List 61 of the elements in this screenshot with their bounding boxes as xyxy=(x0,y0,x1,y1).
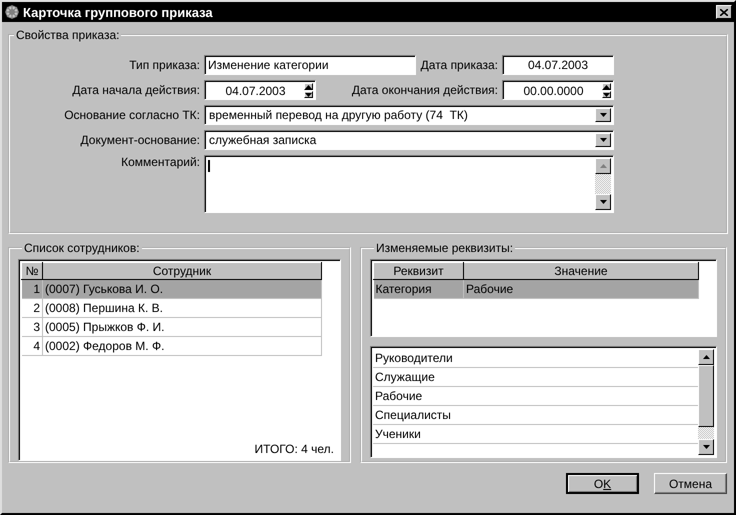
attribute-row[interactable]: Категория Рабочие xyxy=(374,280,698,298)
table-cell: (0002) Федоров М. Ф. xyxy=(42,336,322,356)
spin-down-icon xyxy=(603,92,610,96)
list-item[interactable]: Ученики xyxy=(373,425,698,444)
order-date-field[interactable]: 04.07.2003 xyxy=(502,55,614,75)
scrollbar[interactable] xyxy=(595,158,611,210)
field-label: Документ-основание: xyxy=(80,133,200,147)
list-item[interactable]: Рабочие xyxy=(373,387,698,406)
order-type-field[interactable]: Изменение категории xyxy=(204,55,416,75)
dropdown-arrow-icon xyxy=(600,138,606,142)
list-item[interactable]: Руководители xyxy=(373,349,698,368)
table-cell: 2 xyxy=(22,298,42,318)
start-date-field[interactable]: 04.07.2003 xyxy=(204,80,316,100)
ok-button[interactable]: OK xyxy=(566,473,639,494)
field-label: Тип приказа: xyxy=(128,58,200,72)
close-button[interactable] xyxy=(716,5,732,19)
total-count: ИТОГО: 4 чел. xyxy=(254,442,334,456)
list-item[interactable]: Служащие xyxy=(373,368,698,387)
field-label: Комментарий: xyxy=(120,155,200,169)
table-cell: Рабочие xyxy=(464,280,698,298)
column-header[interactable]: Реквизит xyxy=(374,262,464,280)
column-header[interactable]: № xyxy=(22,262,42,280)
end-date-field[interactable]: 00.00.0000 xyxy=(502,80,614,100)
cancel-button[interactable]: Отмена xyxy=(654,473,727,494)
table-cell: 4 xyxy=(22,336,42,356)
window-title: Карточка группового приказа xyxy=(23,4,214,20)
scroll-down-icon xyxy=(702,445,710,449)
employee-row[interactable]: 4 (0002) Федоров М. Ф. xyxy=(22,336,322,356)
employee-row[interactable]: 3 (0005) Прыжков Ф. И. xyxy=(22,318,322,336)
table-cell: 1 xyxy=(22,280,42,298)
dropdown-arrow-icon xyxy=(600,113,606,117)
text-cursor xyxy=(208,160,210,172)
column-header[interactable]: Сотрудник xyxy=(42,262,322,280)
field-label: Дата начала действия: xyxy=(71,83,200,97)
app-icon xyxy=(4,4,20,20)
list-item[interactable]: Специалисты xyxy=(373,406,698,425)
spin-up-icon xyxy=(603,84,610,88)
spin-down-icon xyxy=(305,92,312,96)
table-cell: 3 xyxy=(22,318,42,336)
group-title: Свойства приказа: xyxy=(15,28,120,42)
column-header[interactable]: Значение xyxy=(464,262,698,280)
field-label: Основание согласно ТК: xyxy=(63,108,200,122)
field-label: Дата окончания действия: xyxy=(350,83,498,97)
comment-field[interactable] xyxy=(204,155,614,213)
employee-row[interactable]: 1 (0007) Гуськова И. О. xyxy=(22,280,322,298)
group-title: Изменяемые реквизиты: xyxy=(375,241,514,255)
table-cell: (0007) Гуськова И. О. xyxy=(42,280,322,298)
employee-row[interactable]: 2 (0008) Першина К. В. xyxy=(22,298,322,318)
table-cell: Категория xyxy=(374,280,464,298)
spin-up-icon xyxy=(305,84,312,88)
close-icon xyxy=(720,8,728,16)
basis-dropdown[interactable]: временный перевод на другую работу (74 ТК) xyxy=(204,105,614,125)
scroll-up-icon xyxy=(702,355,710,359)
scroll-down-icon xyxy=(600,200,606,204)
scrollbar[interactable] xyxy=(698,349,714,455)
document-dropdown[interactable]: служебная записка xyxy=(204,130,614,150)
scroll-up-icon xyxy=(600,164,606,168)
field-label: Дата приказа: xyxy=(420,58,498,72)
group-title: Список сотрудников: xyxy=(23,241,141,255)
table-cell: (0005) Прыжков Ф. И. xyxy=(42,318,322,336)
table-cell: (0008) Першина К. В. xyxy=(42,298,322,318)
